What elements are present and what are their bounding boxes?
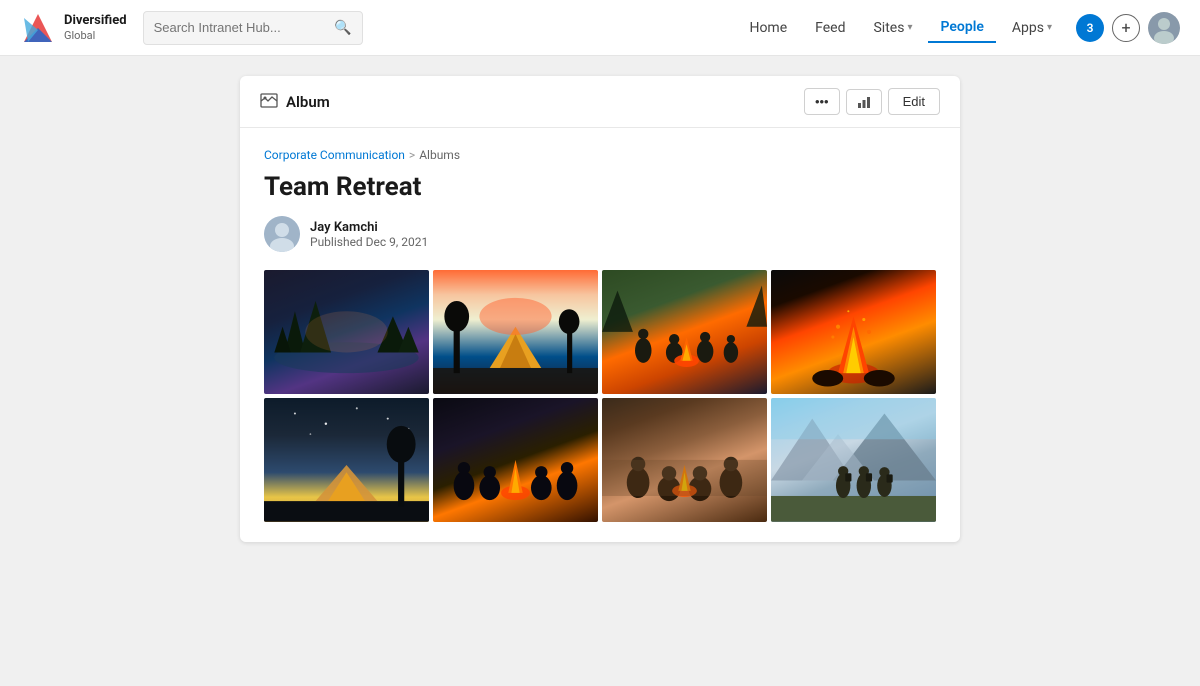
card-body: Corporate Communication > Albums Team Re… xyxy=(240,128,960,542)
card-action-buttons: ••• Edit xyxy=(804,88,940,115)
more-options-button[interactable]: ••• xyxy=(804,88,840,115)
chart-icon xyxy=(857,95,871,109)
nav-sites[interactable]: Sites ▾ xyxy=(861,14,924,42)
breadcrumb-parent[interactable]: Corporate Communication xyxy=(264,148,405,162)
card-title-area: Album xyxy=(260,91,330,113)
search-input[interactable] xyxy=(154,20,329,35)
chevron-down-icon: ▾ xyxy=(1047,22,1052,33)
brand-name: Diversified xyxy=(64,13,127,29)
breadcrumb-separator: > xyxy=(409,148,415,162)
logo[interactable]: Diversified Global xyxy=(20,10,127,46)
notification-badge[interactable]: 3 xyxy=(1076,14,1104,42)
search-bar[interactable]: 🔍 xyxy=(143,11,363,45)
header: Diversified Global 🔍 Home Feed Sites ▾ P… xyxy=(0,0,1200,56)
nav-apps[interactable]: Apps ▾ xyxy=(1000,14,1064,42)
card-title: Album xyxy=(286,93,330,111)
nav-feed[interactable]: Feed xyxy=(803,14,857,42)
card-header: Album ••• Edit xyxy=(240,76,960,128)
logo-text: Diversified Global xyxy=(64,13,127,42)
breadcrumb-current: Albums xyxy=(419,148,460,162)
photo-3[interactable] xyxy=(602,270,767,394)
publish-date: Published Dec 9, 2021 xyxy=(310,235,428,249)
author-avatar xyxy=(264,216,300,252)
photo-5[interactable] xyxy=(264,398,429,522)
photo-4[interactable] xyxy=(771,270,936,394)
page-title: Team Retreat xyxy=(264,172,936,202)
photo-8[interactable] xyxy=(771,398,936,522)
nav-home[interactable]: Home xyxy=(737,14,799,42)
photo-7[interactable] xyxy=(602,398,767,522)
avatar-image xyxy=(1148,12,1180,44)
chart-button[interactable] xyxy=(846,89,882,115)
main-content: Album ••• Edit Corporate Communication > xyxy=(0,56,1200,630)
album-icon xyxy=(260,91,278,113)
author-info: Jay Kamchi Published Dec 9, 2021 xyxy=(310,220,428,249)
author-name: Jay Kamchi xyxy=(310,220,428,235)
user-avatar[interactable] xyxy=(1148,12,1180,44)
edit-button[interactable]: Edit xyxy=(888,88,940,115)
photo-1[interactable] xyxy=(264,270,429,394)
logo-icon xyxy=(20,10,56,46)
photo-2[interactable] xyxy=(433,270,598,394)
brand-sub: Global xyxy=(64,29,127,42)
photo-grid xyxy=(264,270,936,522)
album-card: Album ••• Edit Corporate Communication > xyxy=(240,76,960,542)
chevron-down-icon: ▾ xyxy=(907,22,912,33)
header-actions: 3 + xyxy=(1076,12,1180,44)
search-icon: 🔍 xyxy=(334,20,351,36)
author-area: Jay Kamchi Published Dec 9, 2021 xyxy=(264,216,936,252)
add-button[interactable]: + xyxy=(1112,14,1140,42)
main-nav: Home Feed Sites ▾ People Apps ▾ xyxy=(737,13,1064,43)
nav-people[interactable]: People xyxy=(928,13,995,43)
breadcrumb: Corporate Communication > Albums xyxy=(264,148,936,162)
photo-6[interactable] xyxy=(433,398,598,522)
